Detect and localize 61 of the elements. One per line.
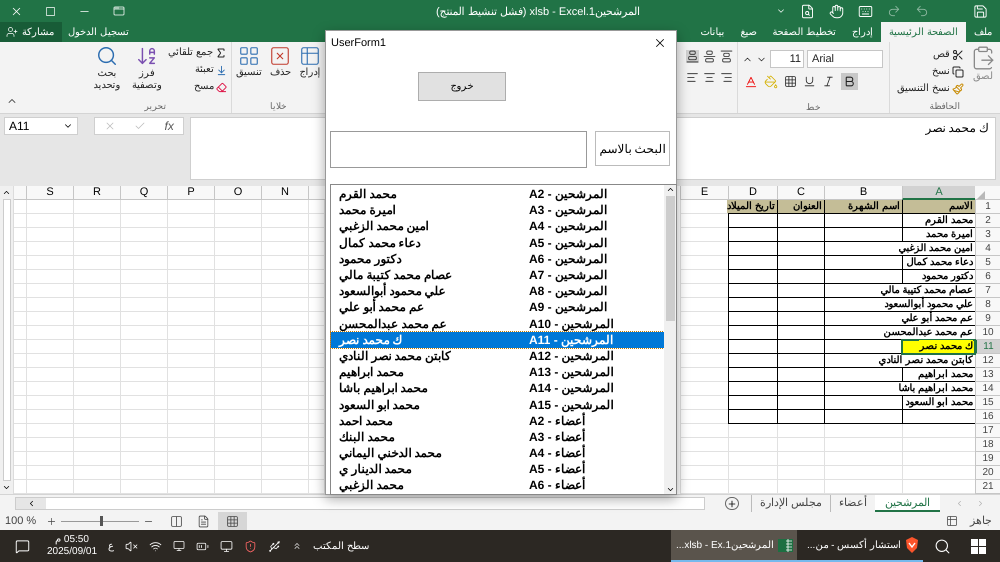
row-number: 3 xyxy=(975,228,1000,242)
column-header: P xyxy=(168,186,215,200)
cell-text: ك محمد نصر xyxy=(919,340,973,353)
window-title: المرشحين1.xlsb - Excel (فشل تنشيط المنتج) xyxy=(436,6,640,18)
cell-text: تاريخ الميلاد xyxy=(727,200,775,213)
cell-text: علي محمود أبوالسعود xyxy=(884,298,973,311)
cell-text: محمد ابو السعود xyxy=(905,396,973,409)
cell-text: اسم الشهرة xyxy=(848,200,900,213)
group-label: خط xyxy=(806,101,821,113)
zoom-level: 100 % xyxy=(5,514,36,529)
column-header: R xyxy=(74,186,121,200)
row-number: 2 xyxy=(975,214,1000,228)
column-header: A xyxy=(902,186,975,200)
row-number: 10 xyxy=(975,326,1000,340)
row-number: 4 xyxy=(975,242,1000,256)
row-number: 13 xyxy=(975,368,1000,382)
row-number: 14 xyxy=(975,382,1000,396)
column-header: D xyxy=(728,186,777,200)
row-number: 12 xyxy=(975,354,1000,368)
row-number: 9 xyxy=(975,312,1000,326)
cell-text: محمد القرم xyxy=(925,214,973,227)
group-label: خلايا xyxy=(270,101,287,111)
group-label: تحرير xyxy=(144,101,166,111)
row-number: 18 xyxy=(975,438,1000,452)
column-header: Q xyxy=(121,186,168,200)
dialog-title: UserForm1 xyxy=(331,36,386,51)
cell-text: محمد ابراهيم باشا xyxy=(898,382,973,395)
column-header: S xyxy=(27,186,74,200)
cell-text: امين محمد الزغبي xyxy=(898,242,973,255)
cell-text: عم محمد عبدالمحسن xyxy=(883,326,973,339)
row-number: 15 xyxy=(975,396,1000,410)
row-number: 21 xyxy=(975,480,1000,494)
column-header: N xyxy=(262,186,309,200)
group-label: الحافظة xyxy=(930,101,960,111)
cell-text: دكتور محمود xyxy=(922,270,973,283)
column-header: E xyxy=(680,186,728,200)
cell-text: عصام محمد كتيبة مالي xyxy=(880,284,973,297)
cell-text: العنوان xyxy=(793,200,822,213)
clock-time: 05:50 م xyxy=(55,534,89,546)
cell-text: اميرة محمد xyxy=(926,228,973,241)
row-number: 11 xyxy=(975,340,1000,354)
row-number: 19 xyxy=(975,452,1000,466)
cell-text: كابتن محمد نصر النادي xyxy=(878,354,973,367)
clock-date: 2025/09/01 xyxy=(47,546,98,558)
column-header: B xyxy=(824,186,902,200)
row-number: 1 xyxy=(975,200,1000,214)
status-text: جاهز xyxy=(970,514,992,529)
row-number: 16 xyxy=(975,410,1000,424)
column-header: O xyxy=(215,186,262,200)
cell-text: الاسم xyxy=(949,200,973,213)
cell-text: دعاء محمد كمال xyxy=(906,256,973,269)
row-number: 7 xyxy=(975,284,1000,298)
row-number: 8 xyxy=(975,298,1000,312)
row-number: 5 xyxy=(975,256,1000,270)
cell-text: عم محمد أبو علي xyxy=(902,312,973,325)
row-number: 6 xyxy=(975,270,1000,284)
cell-text: محمد ابراهيم xyxy=(918,368,973,381)
row-number: 20 xyxy=(975,466,1000,480)
column-header: C xyxy=(777,186,824,200)
row-number: 17 xyxy=(975,424,1000,438)
search-label: البحث بالاسم xyxy=(595,131,670,166)
